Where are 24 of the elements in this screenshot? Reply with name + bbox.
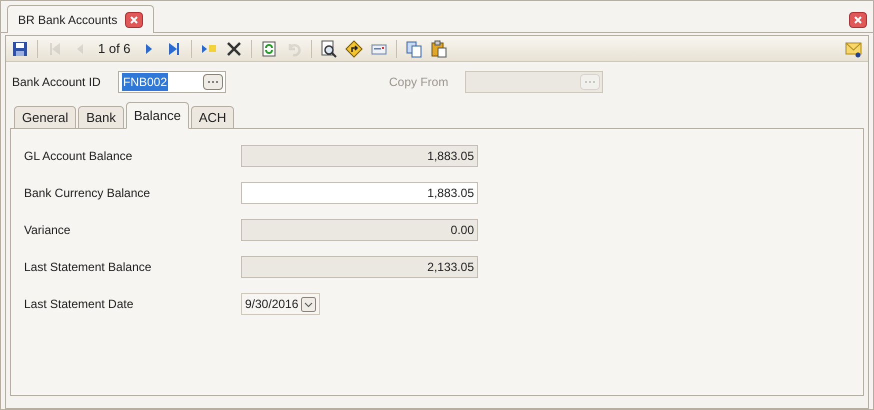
field-label: GL Account Balance	[24, 148, 134, 165]
field-label: Last Statement Date	[24, 296, 134, 313]
field-label: Copy From	[389, 74, 450, 91]
amount-field[interactable]: 1,883.05	[241, 182, 478, 204]
tab[interactable]: ACH	[190, 106, 234, 129]
bank-account-id-field[interactable]: FNB002	[118, 71, 226, 93]
date-field[interactable]: 9/30/2016	[241, 293, 320, 315]
field-label: Bank Account ID	[12, 74, 102, 91]
document-tab[interactable]: BR Bank Accounts	[7, 5, 154, 33]
tab-title: BR Bank Accounts	[18, 12, 118, 28]
field-label: Bank Currency Balance	[24, 185, 152, 202]
field-label: Variance	[24, 222, 72, 239]
tab[interactable]: Bank	[78, 106, 124, 129]
close-window-button[interactable]	[849, 12, 867, 28]
close-tab-button[interactable]	[125, 12, 144, 28]
close-icon	[854, 16, 862, 24]
browse-button[interactable]	[203, 74, 223, 90]
tab[interactable]: General	[14, 106, 76, 129]
dropdown-icon	[301, 296, 316, 312]
diamond-arrow-icon[interactable]	[342, 38, 365, 60]
tab[interactable]: Balance	[126, 102, 189, 129]
field-label: Last Statement Balance	[24, 259, 152, 276]
close-icon	[130, 16, 138, 24]
record-position: 1 of 6	[97, 40, 132, 58]
